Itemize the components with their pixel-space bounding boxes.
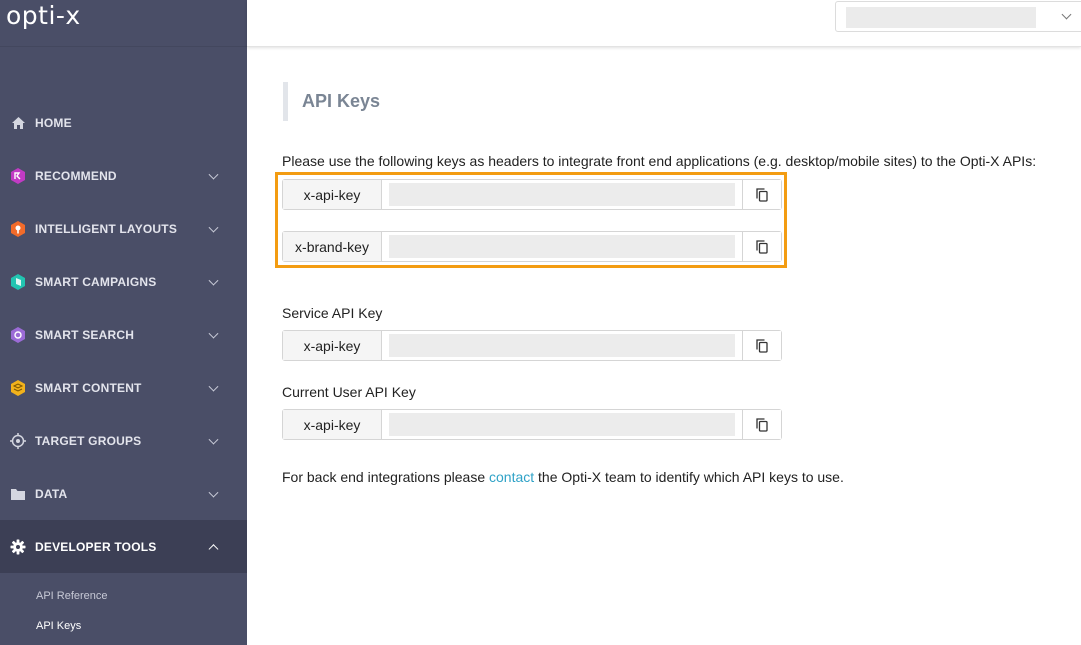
sidebar-nav: HOME RECOMMEND INTELLIGENT LAYOUTS SMART… xyxy=(0,96,247,641)
sidebar-item-label: SMART SEARCH xyxy=(35,327,135,342)
chevron-down-icon xyxy=(208,222,219,233)
layouts-icon xyxy=(10,220,26,237)
sidebar-item-smart-campaigns[interactable]: SMART CAMPAIGNS xyxy=(0,255,247,308)
sidebar-item-label: TARGET GROUPS xyxy=(35,433,142,448)
sidebar: opti-x HOME RECOMMEND INTELLIGENT LAYOUT… xyxy=(0,0,247,645)
sidebar-item-developer-tools[interactable]: DEVELOPER TOOLS xyxy=(0,520,247,573)
key-value-field[interactable] xyxy=(382,180,742,209)
chevron-down-icon xyxy=(208,169,219,180)
sidebar-item-home[interactable]: HOME xyxy=(0,96,247,149)
search-icon xyxy=(10,326,26,343)
copy-icon xyxy=(756,187,768,202)
key-name: x-api-key xyxy=(283,410,382,439)
logo[interactable]: opti-x xyxy=(6,0,81,32)
chevron-down-icon xyxy=(208,328,219,339)
key-row-current-user-api-key: x-api-key xyxy=(282,409,782,440)
campaigns-icon xyxy=(10,273,26,290)
sidebar-subitem-api-keys[interactable]: API Keys xyxy=(0,611,247,641)
recommend-icon xyxy=(10,167,26,184)
sidebar-item-label: SMART CAMPAIGNS xyxy=(35,274,157,289)
sidebar-item-target-groups[interactable]: TARGET GROUPS xyxy=(0,414,247,467)
page-title: API Keys xyxy=(283,82,380,121)
key-name: x-api-key xyxy=(283,331,382,360)
chevron-down-icon xyxy=(208,487,219,498)
sidebar-item-label: HOME xyxy=(35,115,72,130)
contact-link[interactable]: contact xyxy=(489,469,534,485)
key-row-x-api-key: x-api-key xyxy=(282,179,782,210)
gear-icon xyxy=(10,539,26,555)
chevron-down-icon xyxy=(208,434,219,445)
key-name: x-brand-key xyxy=(283,232,382,261)
sidebar-subitem-api-reference[interactable]: API Reference xyxy=(0,581,247,611)
footer-note: For back end integrations please contact… xyxy=(282,469,844,485)
sidebar-item-data[interactable]: DATA xyxy=(0,467,247,520)
sidebar-item-smart-content[interactable]: SMART CONTENT xyxy=(0,361,247,414)
copy-button[interactable] xyxy=(742,232,781,261)
home-icon xyxy=(10,115,26,131)
content-icon xyxy=(10,379,26,396)
copy-icon xyxy=(756,239,768,254)
chevron-up-icon xyxy=(208,543,219,554)
sidebar-item-smart-search[interactable]: SMART SEARCH xyxy=(0,308,247,361)
key-value-field[interactable] xyxy=(382,232,742,261)
chevron-down-icon xyxy=(1061,9,1072,20)
sidebar-item-label: DEVELOPER TOOLS xyxy=(35,539,157,554)
copy-button[interactable] xyxy=(742,331,781,360)
copy-icon xyxy=(756,338,768,353)
target-icon xyxy=(10,432,26,449)
service-api-key-label: Service API Key xyxy=(282,305,383,321)
key-value-field[interactable] xyxy=(382,331,742,360)
chevron-down-icon xyxy=(208,275,219,286)
sidebar-item-label: INTELLIGENT LAYOUTS xyxy=(35,221,178,236)
current-user-api-key-label: Current User API Key xyxy=(282,384,416,400)
intro-text: Please use the following keys as headers… xyxy=(282,153,1037,169)
brand-select[interactable] xyxy=(835,1,1081,32)
sidebar-item-label: SMART CONTENT xyxy=(35,380,142,395)
chevron-down-icon xyxy=(208,381,219,392)
main-content: API Keys Please use the following keys a… xyxy=(247,48,1081,645)
sidebar-item-label: DATA xyxy=(35,486,68,501)
footer-text-before: For back end integrations please xyxy=(282,469,490,485)
key-value-field[interactable] xyxy=(382,410,742,439)
copy-icon xyxy=(756,417,768,432)
key-row-x-brand-key: x-brand-key xyxy=(282,231,782,262)
copy-button[interactable] xyxy=(742,180,781,209)
developer-tools-submenu: API Reference API Keys xyxy=(0,573,247,641)
key-name: x-api-key xyxy=(283,180,382,209)
sidebar-item-recommend[interactable]: RECOMMEND xyxy=(0,149,247,202)
logo-bar: opti-x xyxy=(0,0,247,47)
sidebar-item-intelligent-layouts[interactable]: INTELLIGENT LAYOUTS xyxy=(0,202,247,255)
copy-button[interactable] xyxy=(742,410,781,439)
footer-text-after: the Opti-X team to identify which API ke… xyxy=(534,469,844,485)
folder-icon xyxy=(10,486,26,502)
sidebar-item-label: RECOMMEND xyxy=(35,168,117,183)
brand-select-value xyxy=(846,7,1036,28)
key-row-service-api-key: x-api-key xyxy=(282,330,782,361)
top-bar xyxy=(247,0,1081,47)
